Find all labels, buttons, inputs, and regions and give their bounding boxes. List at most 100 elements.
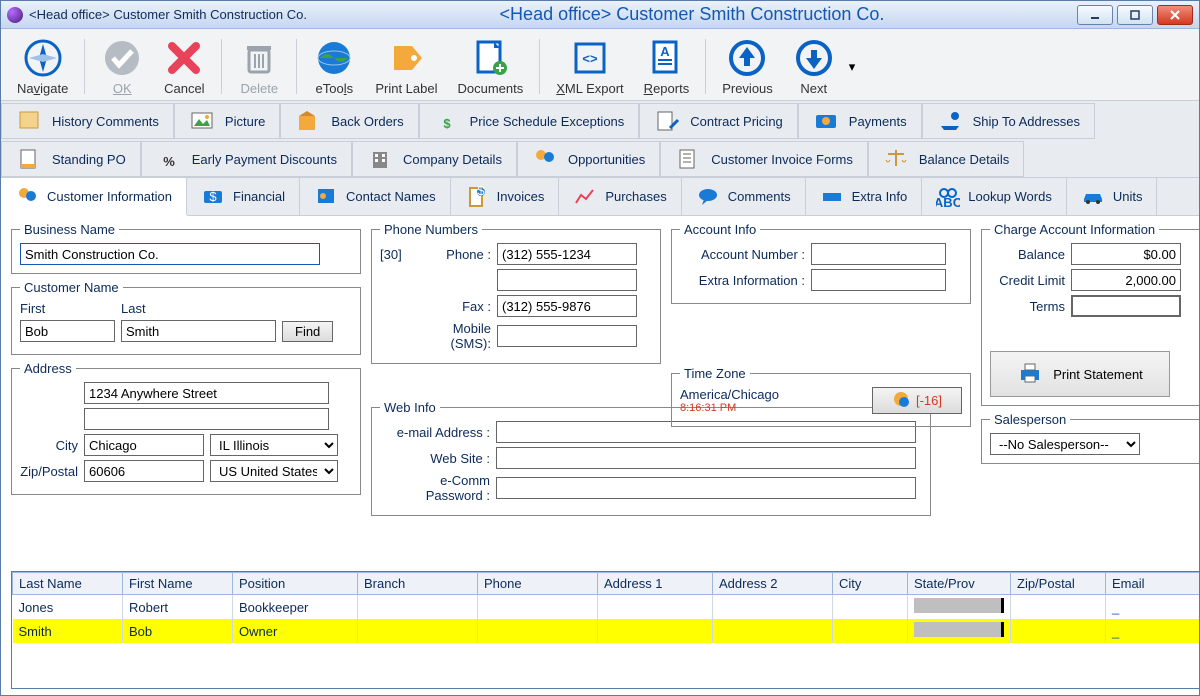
table-row[interactable]: JonesRobertBookkeeper_ [13, 595, 1200, 620]
contract-pricing-button[interactable]: Contract Pricing [639, 103, 797, 139]
tab-financial[interactable]: $Financial [187, 178, 300, 215]
salesperson-legend: Salesperson [990, 412, 1070, 427]
charge-group: Charge Account Information Balance Credi… [981, 222, 1199, 406]
check-icon [101, 37, 143, 79]
state-select[interactable]: IL Illinois [210, 434, 338, 456]
pen-icon [654, 108, 680, 134]
tab-contact-names[interactable]: Contact Names [300, 178, 451, 215]
timezone-offset-button[interactable]: [-16] [872, 387, 962, 414]
street2-input[interactable] [84, 408, 329, 430]
history-comments-button[interactable]: History Comments [1, 103, 174, 139]
country-select[interactable]: US United States [210, 460, 338, 482]
maximize-button[interactable] [1117, 5, 1153, 25]
ecomm-input[interactable] [496, 477, 916, 499]
terms-input[interactable] [1071, 295, 1181, 317]
next-button[interactable]: Next [783, 33, 845, 100]
minimize-button[interactable] [1077, 5, 1113, 25]
app-window: <Head office> Customer Smith Constructio… [0, 0, 1200, 696]
street1-input[interactable] [84, 382, 329, 404]
arrow-up-icon [726, 37, 768, 79]
table-row[interactable]: SmithBobOwner_ [13, 619, 1200, 643]
business-name-legend: Business Name [20, 222, 119, 237]
picture-button[interactable]: Picture [174, 103, 280, 139]
zip-input[interactable] [84, 460, 204, 482]
svg-text:A: A [661, 44, 671, 59]
tab-customer-information[interactable]: Customer Information [1, 178, 187, 216]
fax-input[interactable] [497, 295, 637, 317]
tab-comments[interactable]: Comments [682, 178, 806, 215]
phone2-input[interactable] [497, 269, 637, 291]
salesperson-select[interactable]: --No Salesperson-- [990, 433, 1140, 455]
printer-icon [1017, 360, 1043, 389]
print-statement-button[interactable]: Print Statement [990, 351, 1170, 397]
credit-input[interactable] [1071, 269, 1181, 291]
ship-to-button[interactable]: Ship To Addresses [922, 103, 1095, 139]
tab-extra-info[interactable]: Extra Info [806, 178, 923, 215]
first-name-input[interactable] [20, 320, 115, 342]
cancel-button[interactable]: Cancel [153, 33, 215, 100]
po-icon [16, 146, 42, 172]
tab-purchases[interactable]: Purchases [559, 178, 681, 215]
documents-button[interactable]: Documents [447, 33, 533, 100]
website-label: Web Site : [380, 451, 490, 466]
address-legend: Address [20, 361, 76, 376]
tab-units[interactable]: Units [1067, 178, 1158, 215]
payments-button[interactable]: Payments [798, 103, 922, 139]
city-label: City [20, 438, 78, 453]
charge-legend: Charge Account Information [990, 222, 1159, 237]
ecomm-label: e-Comm Password : [380, 473, 490, 503]
phone-group: Phone Numbers [30] Phone : Fax : Mobile … [371, 222, 661, 364]
etools-button[interactable]: eTools [303, 33, 365, 100]
invoice-forms-button[interactable]: Customer Invoice Forms [660, 141, 868, 177]
early-payment-button[interactable]: %Early Payment Discounts [141, 141, 352, 177]
business-name-input[interactable] [20, 243, 320, 265]
balance-input[interactable] [1071, 243, 1181, 265]
email-label: e-mail Address : [380, 425, 490, 440]
extra-info-input[interactable] [811, 269, 946, 291]
address-group: Address City IL Illinois Zip/Postal US U… [11, 361, 361, 495]
opportunities-button[interactable]: Opportunities [517, 141, 660, 177]
previous-button[interactable]: Previous [712, 33, 783, 100]
company-details-button[interactable]: Company Details [352, 141, 517, 177]
window-main-title: <Head office> Customer Smith Constructio… [307, 4, 1077, 25]
last-label: Last [121, 301, 146, 316]
find-button[interactable]: Find [282, 321, 333, 342]
website-input[interactable] [496, 447, 916, 469]
globe-icon [313, 37, 355, 79]
etools-label: eTools [316, 81, 354, 96]
next-dropdown[interactable]: ▾ [845, 33, 856, 100]
navigate-button[interactable]: Navigate [7, 33, 78, 100]
print-label-button[interactable]: Print Label [365, 33, 447, 100]
xml-export-button[interactable]: <> XML Export [546, 33, 633, 100]
dollar-icon: $ [434, 108, 460, 134]
last-name-input[interactable] [121, 320, 276, 342]
financial-icon: $ [201, 185, 225, 209]
balance-details-button[interactable]: Balance Details [868, 141, 1024, 177]
standing-po-button[interactable]: Standing PO [1, 141, 141, 177]
tab-lookup-words[interactable]: ABCLookup Words [922, 178, 1067, 215]
phone-legend: Phone Numbers [380, 222, 482, 237]
extra-info-label: Extra Information : [680, 273, 805, 288]
reports-button[interactable]: A Reports [634, 33, 700, 100]
tab-content: Business Name Customer Name First Last F… [1, 216, 1199, 695]
main-toolbar: Navigate OK Cancel Delete eTools Print L… [1, 29, 1199, 101]
mobile-input[interactable] [497, 325, 637, 347]
contacts-grid[interactable]: Last Name First Name Position Branch Pho… [11, 571, 1199, 689]
first-label: First [20, 301, 45, 316]
grid-header-row: Last Name First Name Position Branch Pho… [13, 573, 1200, 595]
window-tab-title: <Head office> Customer Smith Constructio… [29, 7, 307, 22]
city-input[interactable] [84, 434, 204, 456]
phone-prefix: [30] [380, 247, 410, 262]
extra-icon [820, 185, 844, 209]
back-orders-button[interactable]: Back Orders [280, 103, 418, 139]
price-schedule-button[interactable]: $Price Schedule Exceptions [419, 103, 640, 139]
svg-text:ABC: ABC [936, 195, 960, 209]
phone-input[interactable] [497, 243, 637, 265]
account-number-input[interactable] [811, 243, 946, 265]
people-icon [532, 146, 558, 172]
next-label: Next [800, 81, 827, 96]
close-button[interactable] [1157, 5, 1193, 25]
tab-invoices[interactable]: $Invoices [451, 178, 560, 215]
account-number-label: Account Number : [680, 247, 805, 262]
timezone-value: America/Chicago [680, 387, 866, 402]
